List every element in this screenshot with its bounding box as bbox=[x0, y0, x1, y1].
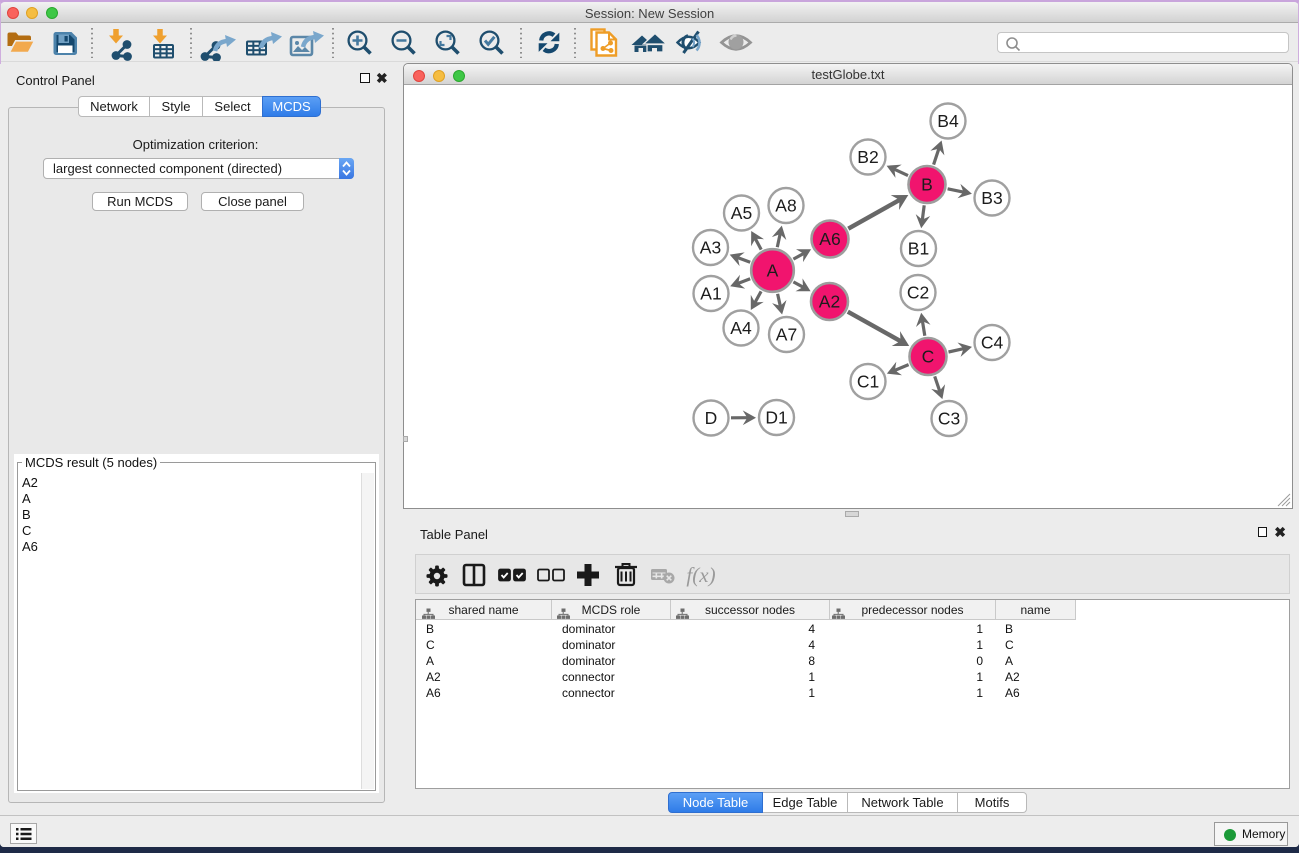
svg-text:D1: D1 bbox=[765, 408, 787, 428]
svg-text:C4: C4 bbox=[981, 333, 1004, 353]
svg-text:B: B bbox=[921, 175, 933, 195]
svg-text:f(x): f(x) bbox=[686, 563, 715, 587]
svg-text:A4: A4 bbox=[730, 318, 752, 338]
svg-text:B1: B1 bbox=[908, 239, 929, 259]
svg-text:A8: A8 bbox=[775, 196, 796, 216]
svg-text:A2: A2 bbox=[819, 292, 840, 312]
svg-text:A6: A6 bbox=[819, 229, 840, 249]
svg-text:C: C bbox=[922, 347, 935, 367]
svg-text:C3: C3 bbox=[938, 409, 960, 429]
svg-text:C2: C2 bbox=[907, 283, 929, 303]
svg-text:A5: A5 bbox=[731, 203, 752, 223]
svg-text:B3: B3 bbox=[981, 188, 1002, 208]
svg-text:B4: B4 bbox=[937, 111, 959, 131]
svg-text:A: A bbox=[767, 261, 779, 281]
svg-text:D: D bbox=[705, 408, 718, 428]
svg-text:C1: C1 bbox=[857, 372, 879, 392]
svg-text:B2: B2 bbox=[857, 147, 878, 167]
svg-text:A1: A1 bbox=[700, 284, 721, 304]
svg-text:A7: A7 bbox=[776, 325, 797, 345]
svg-text:A3: A3 bbox=[700, 238, 721, 258]
